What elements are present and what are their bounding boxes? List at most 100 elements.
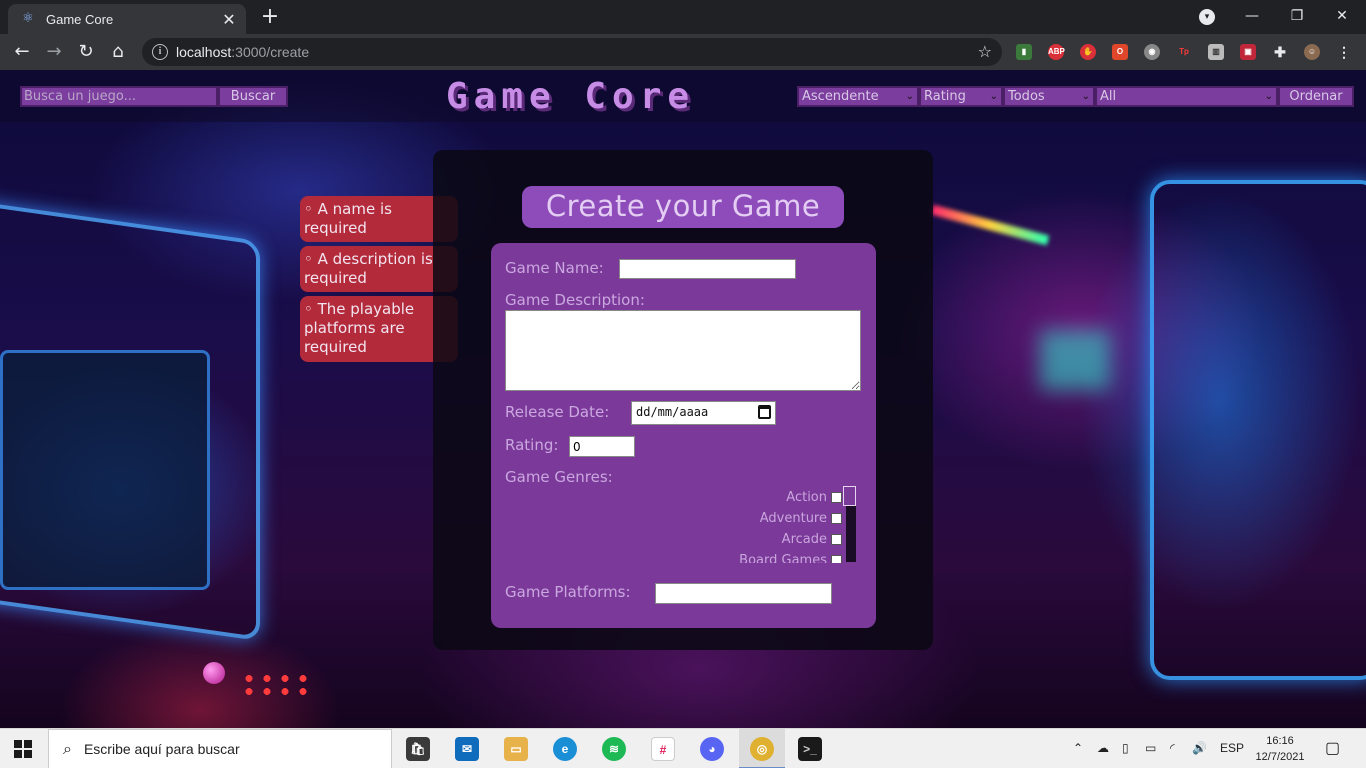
terminal-icon[interactable]: >_	[798, 737, 822, 761]
browser-toolbar: ← → ↻ ⌂ i localhost:3000/create ☆ ▮ ABP …	[0, 34, 1366, 70]
volume-icon[interactable]: 🔊	[1192, 741, 1207, 755]
release-date-input[interactable]: dd/mm/aaaa	[631, 401, 776, 425]
sort-by-select[interactable]: Rating ⌄	[919, 86, 1003, 107]
extension-green-icon[interactable]: ▮	[1016, 44, 1032, 60]
compass-icon[interactable]: ◉	[1144, 44, 1160, 60]
device-icon[interactable]: ▯	[1122, 741, 1129, 755]
address-bar[interactable]: i localhost:3000/create ☆	[142, 38, 1002, 66]
brand-logo: Game Core	[446, 76, 696, 117]
genre-option[interactable]: Action	[786, 488, 842, 506]
genre-checkbox[interactable]	[831, 491, 842, 503]
game-description-textarea[interactable]	[505, 310, 861, 391]
search-icon: ⌕	[63, 739, 72, 758]
url-host: localhost	[176, 44, 232, 60]
hand-extension-icon[interactable]: ✋	[1080, 44, 1096, 60]
chevron-down-icon: ⌄	[1264, 91, 1273, 102]
clock-time: 16:16	[1266, 735, 1294, 747]
taskbar-search[interactable]: ⌕ Escribe aquí para buscar	[48, 729, 392, 768]
genre-checkbox[interactable]	[831, 554, 842, 563]
genre-label: Arcade	[781, 531, 827, 547]
form-title: Create your Game	[522, 186, 844, 228]
arcade-cabinet-right	[1150, 180, 1366, 680]
close-window-icon[interactable]: ✕	[1322, 4, 1362, 28]
genre-option[interactable]: Board Games	[739, 551, 842, 563]
tp-extension-icon[interactable]: Tp	[1176, 44, 1192, 60]
chevron-up-icon[interactable]: ⌃	[1073, 741, 1083, 755]
battery-icon[interactable]: ▭	[1145, 741, 1156, 755]
search-button[interactable]: Buscar	[218, 86, 288, 107]
genre-option[interactable]: Arcade	[782, 530, 842, 548]
source-filter-value: Todos	[1008, 89, 1045, 104]
genre-label: Board Games	[739, 552, 827, 564]
browser-menu-icon[interactable]: ⋮	[1336, 44, 1352, 60]
edge-icon[interactable]: e	[553, 737, 577, 761]
genre-filter-value: All	[1100, 89, 1117, 104]
game-platforms-label: Game Platforms:	[505, 583, 631, 601]
discord-icon[interactable]: ◕	[700, 737, 724, 761]
bookmark-star-icon[interactable]: ☆	[978, 42, 992, 61]
store-icon[interactable]: 🛍	[406, 737, 430, 761]
user-avatar-icon[interactable]: ☺	[1304, 44, 1320, 60]
close-tab-icon[interactable]: ✕	[220, 10, 238, 29]
arcade-buttons	[240, 672, 310, 698]
page-background: Buscar Game Core Ascendente ⌄ Rating ⌄ T…	[0, 70, 1366, 728]
new-tab-icon[interactable]: +	[258, 6, 282, 28]
clock-date: 12/7/2021	[1255, 751, 1305, 763]
game-description-label: Game Description:	[505, 291, 645, 309]
barcode-icon[interactable]: ▥	[1208, 44, 1224, 60]
system-clock[interactable]: 16:16 12/7/2021	[1252, 733, 1308, 765]
browser-tab-bar: ⚛ Game Core ✕ + ▾ — ❐ ✕	[0, 0, 1366, 34]
language-indicator[interactable]: ESP	[1220, 741, 1244, 755]
scrollbar-track	[846, 506, 856, 562]
game-name-input[interactable]	[619, 259, 796, 279]
restore-icon[interactable]: ❐	[1277, 4, 1317, 28]
tab-title: Game Core	[46, 11, 114, 27]
game-search-input[interactable]	[20, 86, 218, 107]
onedrive-icon[interactable]: ☁	[1097, 741, 1109, 755]
scrollbar-thumb[interactable]	[843, 486, 856, 506]
genre-checkbox[interactable]	[831, 512, 842, 524]
order-button[interactable]: Ordenar	[1278, 86, 1354, 107]
tab-game-core[interactable]: ⚛ Game Core ✕	[8, 4, 246, 34]
game-platforms-input[interactable]	[655, 583, 832, 604]
genre-checkbox[interactable]	[831, 533, 842, 545]
slack-icon[interactable]: #	[651, 737, 675, 761]
notifications-icon[interactable]: ▢	[1325, 738, 1340, 758]
taskbar-search-text: Escribe aquí para buscar	[83, 741, 240, 757]
calendar-icon[interactable]	[758, 405, 771, 419]
spotify-icon[interactable]: ≋	[602, 737, 626, 761]
genres-list[interactable]: Action Adventure Arcade Board Games	[700, 487, 856, 563]
minimize-icon[interactable]: —	[1232, 4, 1272, 28]
site-info-icon[interactable]: i	[152, 44, 168, 60]
genre-label: Action	[786, 489, 827, 505]
file-explorer-icon[interactable]: ▭	[504, 737, 528, 761]
genres-scrollbar[interactable]	[843, 486, 856, 562]
extensions-puzzle-icon[interactable]: ✚	[1272, 44, 1288, 60]
chevron-down-icon: ⌄	[905, 91, 914, 102]
windows-start-icon[interactable]	[14, 740, 32, 758]
genre-label: Adventure	[759, 510, 827, 526]
release-date-placeholder: dd/mm/aaaa	[636, 405, 709, 419]
back-icon[interactable]: ←	[9, 39, 35, 65]
rating-label: Rating:	[505, 436, 559, 454]
game-genres-label: Game Genres:	[505, 468, 613, 486]
profile-menu-icon[interactable]: ▾	[1199, 9, 1215, 25]
home-icon[interactable]: ⌂	[105, 39, 131, 65]
url-path: :3000/create	[231, 44, 310, 60]
rating-input[interactable]	[569, 436, 635, 457]
wifi-icon[interactable]: ◜	[1170, 741, 1175, 755]
sort-order-select[interactable]: Ascendente ⌄	[797, 86, 919, 107]
game-name-label: Game Name:	[505, 259, 604, 277]
mail-icon[interactable]: ✉	[455, 737, 479, 761]
chevron-down-icon: ⌄	[989, 91, 998, 102]
picture-extension-icon[interactable]: ▣	[1240, 44, 1256, 60]
sort-by-value: Rating	[924, 89, 966, 104]
source-filter-select[interactable]: Todos ⌄	[1003, 86, 1095, 107]
forward-icon[interactable]: →	[41, 39, 67, 65]
genre-filter-select[interactable]: All ⌄	[1095, 86, 1278, 107]
reload-icon[interactable]: ↻	[73, 39, 99, 65]
genre-option[interactable]: Adventure	[760, 509, 842, 527]
adblock-icon[interactable]: ABP	[1048, 44, 1065, 60]
office-icon[interactable]: O	[1112, 44, 1128, 60]
chrome-icon[interactable]: ◎	[750, 737, 774, 761]
